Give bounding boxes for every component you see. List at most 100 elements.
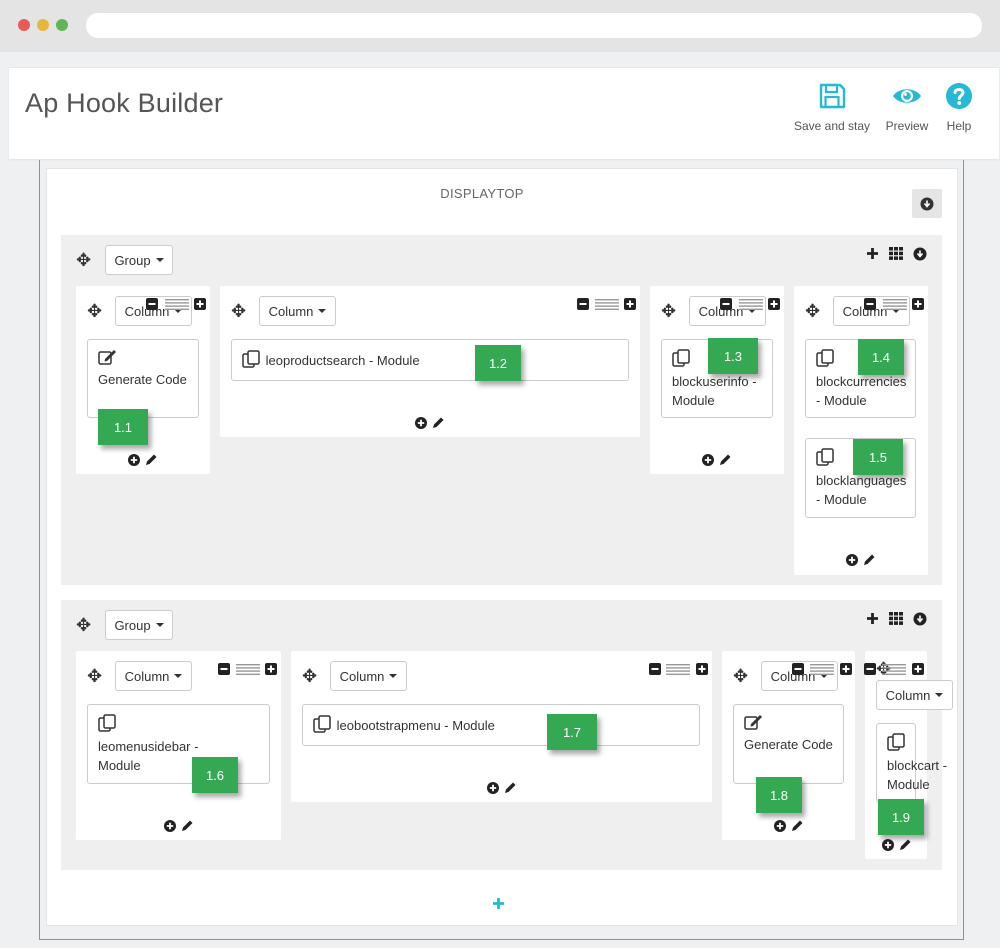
pencil-icon[interactable] xyxy=(791,819,804,832)
column-move-handle-icon[interactable]: ✥ xyxy=(733,667,748,685)
column-decrease-icon[interactable] xyxy=(792,663,804,675)
column-width-icon[interactable] xyxy=(595,299,619,310)
column-dropdown-label: Column xyxy=(885,687,931,703)
caret-down-icon xyxy=(155,258,164,262)
add-module-icon[interactable] xyxy=(128,454,140,466)
add-module-icon[interactable] xyxy=(882,839,894,851)
column-increase-icon[interactable] xyxy=(840,663,852,675)
column-increase-icon[interactable] xyxy=(768,298,780,310)
module-name: blockuserinfo - Module xyxy=(672,374,757,408)
column-move-handle-icon[interactable]: ✥ xyxy=(87,667,102,685)
pencil-icon[interactable] xyxy=(145,453,158,466)
group-1-collapse-icon[interactable] xyxy=(913,247,927,261)
module-name: leobootstrapmenu - Module xyxy=(336,717,495,733)
column-decrease-icon[interactable] xyxy=(649,663,661,675)
column-width-icon[interactable] xyxy=(739,299,763,310)
group-2-grid-icon[interactable] xyxy=(889,612,903,625)
column-width-icon[interactable] xyxy=(883,299,907,310)
column-increase-icon[interactable] xyxy=(624,298,636,310)
pencil-icon[interactable] xyxy=(899,838,912,851)
group-1-add-column-icon[interactable] xyxy=(866,247,879,260)
column-increase-icon[interactable] xyxy=(265,663,277,675)
add-module-icon[interactable] xyxy=(415,417,427,429)
group-1-column-4 xyxy=(794,286,928,575)
column-width-icon[interactable] xyxy=(666,664,690,675)
eye-icon xyxy=(882,82,932,112)
add-group-button[interactable] xyxy=(492,897,505,915)
group-2-move-handle-icon[interactable]: ✥ xyxy=(76,616,91,634)
help-button[interactable]: Help xyxy=(940,82,978,133)
window-maximize-dot[interactable] xyxy=(56,19,68,31)
column-decrease-icon[interactable] xyxy=(720,298,732,310)
add-module-icon[interactable] xyxy=(487,782,499,794)
module-card-blockuserinfo[interactable]: blockuserinfo - Module xyxy=(661,339,773,418)
hook-title: DISPLAYTOP xyxy=(440,186,524,201)
column-decrease-icon[interactable] xyxy=(864,663,876,675)
column-increase-icon[interactable] xyxy=(194,298,206,310)
pencil-icon[interactable] xyxy=(719,453,732,466)
module-card-blockcurrencies[interactable]: blockcurrencies - Module xyxy=(805,339,916,418)
group-1-dropdown[interactable]: Group xyxy=(105,245,173,275)
caret-down-icon xyxy=(389,674,398,678)
group-1-grid-icon[interactable] xyxy=(889,247,903,260)
preview-button[interactable]: Preview xyxy=(882,82,932,133)
module-card-leoproductsearch[interactable]: leoproductsearch - Module xyxy=(231,339,629,381)
module-name: Generate Code xyxy=(98,372,187,388)
column-decrease-icon[interactable] xyxy=(218,663,230,675)
preview-label: Preview xyxy=(885,119,929,133)
module-card-blocklanguages[interactable]: blocklanguages - Module xyxy=(805,438,916,518)
pencil-icon[interactable] xyxy=(504,781,517,794)
column-decrease-icon[interactable] xyxy=(146,298,158,310)
address-bar[interactable] xyxy=(86,13,982,38)
module-card-leomenusidebar[interactable]: leomenusidebar - Module xyxy=(87,704,270,784)
module-card-blockcart[interactable]: blockcart - Module xyxy=(876,723,947,803)
group-2-add-column-icon[interactable] xyxy=(866,612,879,625)
column-move-handle-icon[interactable]: ✥ xyxy=(805,302,820,320)
add-module-icon[interactable] xyxy=(702,454,714,466)
add-module-icon[interactable] xyxy=(164,820,176,832)
module-card-leobootstrapmenu[interactable]: leobootstrapmenu - Module xyxy=(302,704,700,746)
pencil-icon[interactable] xyxy=(432,416,445,429)
module-name: leoproductsearch - Module xyxy=(265,352,420,368)
column-move-handle-icon[interactable]: ✥ xyxy=(302,667,317,685)
column-move-handle-icon[interactable]: ✥ xyxy=(87,302,102,320)
save-and-stay-label: Save and stay xyxy=(793,119,871,133)
column-width-icon[interactable] xyxy=(165,299,189,310)
column-dropdown[interactable]: Column xyxy=(259,296,336,326)
column-dropdown[interactable]: Column xyxy=(115,661,192,691)
arrow-circle-down-icon xyxy=(920,197,934,211)
help-label: Help xyxy=(946,119,972,133)
column-dropdown-label: Column xyxy=(268,303,314,319)
column-decrease-icon[interactable] xyxy=(864,298,876,310)
window-minimize-dot[interactable] xyxy=(37,19,49,31)
column-move-handle-icon[interactable]: ✥ xyxy=(661,302,676,320)
column-increase-icon[interactable] xyxy=(912,298,924,310)
column-width-icon[interactable] xyxy=(236,664,260,675)
module-card-generate-code[interactable]: Generate Code xyxy=(87,339,199,418)
floppy-disk-icon xyxy=(792,82,872,112)
group-1-move-handle-icon[interactable]: ✥ xyxy=(76,251,91,269)
page-title: Ap Hook Builder xyxy=(25,88,224,118)
add-module-icon[interactable] xyxy=(774,820,786,832)
pencil-icon[interactable] xyxy=(863,553,876,566)
group-1-dropdown-label: Group xyxy=(114,252,151,268)
add-module-icon[interactable] xyxy=(846,554,858,566)
group-2-dropdown[interactable]: Group xyxy=(105,610,173,640)
module-card-generate-code-2[interactable]: Generate Code xyxy=(733,704,844,784)
pencil-icon[interactable] xyxy=(181,819,194,832)
module-name: Generate Code xyxy=(744,737,833,753)
copy-icon xyxy=(98,714,118,737)
column-width-icon[interactable] xyxy=(810,664,834,675)
save-and-stay-button[interactable]: Save and stay xyxy=(792,82,872,133)
column-dropdown[interactable]: Column xyxy=(876,680,953,710)
group-2-dropdown-label: Group xyxy=(114,617,151,633)
hook-collapse-button[interactable] xyxy=(912,189,942,218)
column-increase-icon[interactable] xyxy=(696,663,708,675)
column-move-handle-icon[interactable]: ✥ xyxy=(231,302,246,320)
group-2-collapse-icon[interactable] xyxy=(913,612,927,626)
column-dropdown[interactable]: Column xyxy=(330,661,407,691)
column-decrease-icon[interactable] xyxy=(577,298,589,310)
column-increase-icon[interactable] xyxy=(912,663,924,675)
column-width-icon[interactable] xyxy=(882,664,906,675)
window-close-dot[interactable] xyxy=(18,19,30,31)
